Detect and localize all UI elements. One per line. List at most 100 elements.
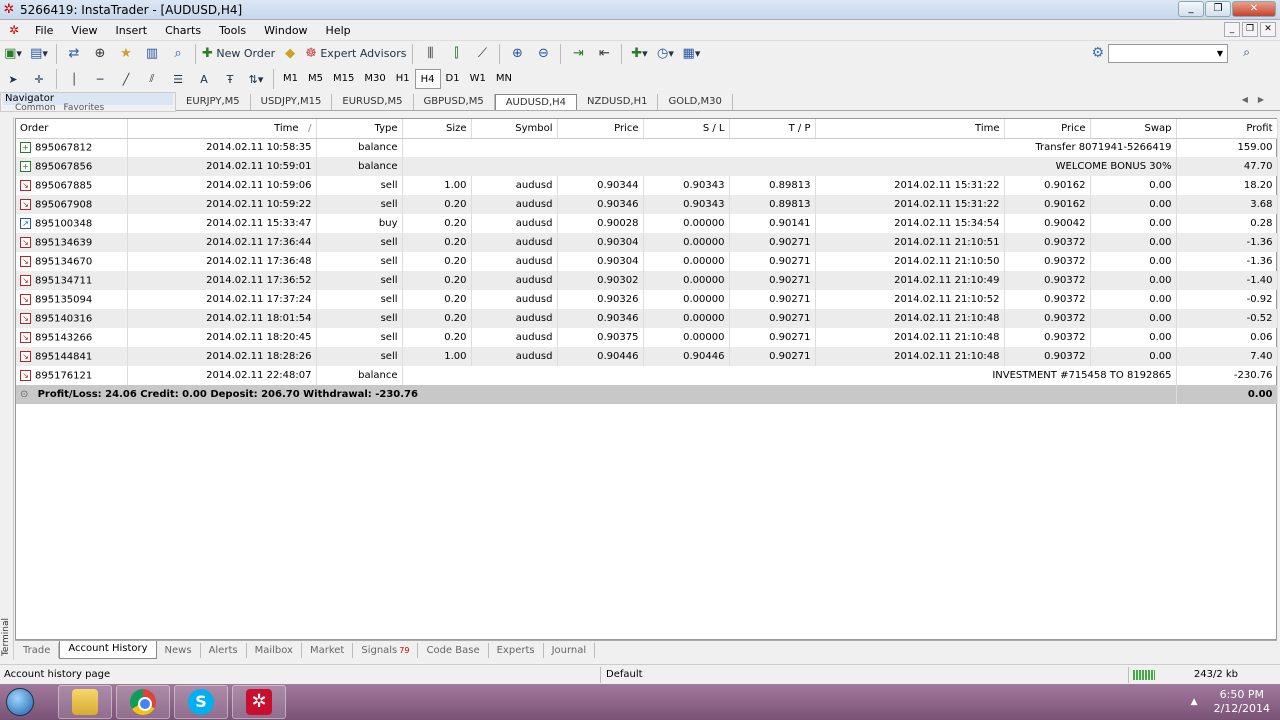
timeframe-d1[interactable]: D1 bbox=[441, 69, 465, 89]
column-header-close-time[interactable]: Time bbox=[815, 119, 1005, 139]
navigator-tab-common[interactable]: Common bbox=[15, 103, 56, 113]
zoom-out-button[interactable]: ⊖ bbox=[532, 44, 554, 64]
table-row[interactable]: ↗ 895100348 2014.02.11 15:33:47 buy 0.20 audu… bbox=[16, 214, 1278, 233]
indicators-button[interactable]: ✚ ▾ bbox=[628, 44, 650, 64]
timeframe-m15[interactable]: M15 bbox=[328, 69, 359, 89]
search-input[interactable]: ▼ bbox=[1108, 44, 1228, 63]
periods-button[interactable]: ◷ ▾ bbox=[654, 44, 676, 64]
text-button[interactable]: A bbox=[193, 69, 215, 89]
gear-icon[interactable]: ⚙ bbox=[1091, 45, 1104, 61]
timeframe-m5[interactable]: M5 bbox=[303, 69, 328, 89]
table-row[interactable]: ↘ 895134639 2014.02.11 17:36:44 sell 0.20 aud… bbox=[16, 233, 1278, 252]
chevron-down-icon[interactable]: ▼ bbox=[1213, 45, 1227, 62]
menu-insert[interactable]: Insert bbox=[107, 24, 157, 37]
column-header-sl[interactable]: S / L bbox=[643, 119, 730, 139]
expert-advisors-button[interactable]: ☸ Expert Advisors bbox=[305, 44, 406, 64]
table-row[interactable]: ↘ 895134711 2014.02.11 17:36:52 sell 0.20 aud… bbox=[16, 271, 1278, 290]
tab-scroll-arrows[interactable]: ◀▶ bbox=[1242, 95, 1274, 104]
data-window-button[interactable]: ⊕ bbox=[89, 44, 111, 64]
show-hidden-icons-icon[interactable]: ▲ bbox=[1191, 697, 1198, 707]
terminal-side-label[interactable]: Terminal bbox=[0, 117, 14, 660]
column-header-profit[interactable]: Profit bbox=[1176, 119, 1278, 139]
chart-minimize-button[interactable]: _ bbox=[1224, 22, 1240, 37]
templates-button[interactable]: ▦ ▾ bbox=[680, 44, 702, 64]
minimize-button[interactable]: _ bbox=[1178, 1, 1204, 17]
taskbar-chrome[interactable] bbox=[116, 685, 170, 719]
taskbar-instatrader[interactable]: ✲ bbox=[232, 685, 286, 719]
line-chart-button[interactable]: ⟋ bbox=[471, 44, 493, 64]
menu-file[interactable]: File bbox=[26, 24, 62, 37]
timeframe-mn[interactable]: MN bbox=[491, 69, 517, 89]
timeframe-m1[interactable]: M1 bbox=[278, 69, 303, 89]
table-row[interactable]: +895067856 2014.02.11 10:59:01 balance WELC… bbox=[16, 157, 1278, 176]
navigator-tab-favorites[interactable]: Favorites bbox=[64, 103, 105, 113]
table-row[interactable]: ↘ 895143266 2014.02.11 18:20:45 sell 0.20 aud… bbox=[16, 328, 1278, 347]
maximize-button[interactable]: ❐ bbox=[1205, 1, 1231, 17]
column-header-swap[interactable]: Swap bbox=[1090, 119, 1177, 139]
column-header-type[interactable]: Type bbox=[316, 119, 403, 139]
tab-account-history[interactable]: Account History bbox=[59, 641, 157, 659]
fibonacci-button[interactable]: ☰ bbox=[167, 69, 189, 89]
menu-charts[interactable]: Charts bbox=[156, 24, 210, 37]
crosshair-button[interactable]: ✛ bbox=[28, 69, 50, 89]
table-row[interactable]: ↘ 895135094 2014.02.11 17:37:24 sell 0.20 aud… bbox=[16, 290, 1278, 309]
tab-mailbox[interactable]: Mailbox bbox=[247, 642, 302, 658]
chart-tab-audusd[interactable]: AUDUSD,H4 bbox=[494, 93, 578, 110]
chart-tab-eurusd[interactable]: EURUSD,M5 bbox=[332, 93, 414, 110]
tab-code-base[interactable]: Code Base bbox=[418, 642, 489, 658]
timeframe-w1[interactable]: W1 bbox=[465, 69, 491, 89]
search-icon[interactable]: ⌕ bbox=[1243, 45, 1250, 60]
metaeditor-button[interactable]: ◆ bbox=[279, 44, 301, 64]
column-header-symbol[interactable]: Symbol bbox=[471, 119, 558, 139]
terminal-button[interactable]: ▥ bbox=[141, 44, 163, 64]
taskbar-explorer[interactable] bbox=[58, 685, 112, 719]
table-row[interactable]: ↘ 895144841 2014.02.11 18:28:26 sell 1.00 aud… bbox=[16, 347, 1278, 366]
tab-signals[interactable]: Signals 79 bbox=[353, 642, 419, 658]
chart-tab-usdjpy[interactable]: USDJPY,M15 bbox=[251, 93, 333, 110]
menu-help[interactable]: Help bbox=[317, 24, 360, 37]
bar-chart-button[interactable]: ⫼ bbox=[419, 44, 441, 64]
tab-news[interactable]: News bbox=[157, 642, 201, 658]
auto-scroll-button[interactable]: ⇥ bbox=[567, 44, 589, 64]
market-watch-button[interactable]: ⇄ bbox=[63, 44, 85, 64]
new-order-button[interactable]: ✚ New Order bbox=[202, 44, 275, 64]
clock[interactable]: 6:50 PM 2/12/2014 bbox=[1214, 688, 1270, 716]
column-header-order[interactable]: Order bbox=[16, 119, 128, 139]
chart-restore-button[interactable]: ❐ bbox=[1242, 22, 1258, 37]
column-header-size[interactable]: Size bbox=[402, 119, 472, 139]
column-header-price[interactable]: Price bbox=[557, 119, 644, 139]
tab-alerts[interactable]: Alerts bbox=[201, 642, 247, 658]
chart-tab-eurjpy[interactable]: EURJPY,M5 bbox=[176, 93, 251, 110]
chart-tab-gbpusd[interactable]: GBPUSD,M5 bbox=[414, 93, 495, 110]
strategy-tester-button[interactable]: ⌕ bbox=[167, 44, 189, 64]
menu-view[interactable]: View bbox=[62, 24, 106, 37]
menu-window[interactable]: Window bbox=[255, 24, 316, 37]
tab-experts[interactable]: Experts bbox=[489, 642, 544, 658]
close-button[interactable]: ✕ bbox=[1232, 1, 1276, 17]
trendline-button[interactable]: ╱ bbox=[115, 69, 137, 89]
timeframe-m30[interactable]: M30 bbox=[359, 69, 390, 89]
column-header-close-price[interactable]: Price bbox=[1004, 119, 1091, 139]
timeframe-h1[interactable]: H1 bbox=[391, 69, 415, 89]
table-row[interactable]: ↘ 895067908 2014.02.11 10:59:22 sell 0.20 aud… bbox=[16, 195, 1278, 214]
new-chart-button[interactable]: ▣ ▾ bbox=[2, 44, 24, 64]
cursor-button[interactable]: ➤ bbox=[2, 69, 24, 89]
horizontal-line-button[interactable]: ─ bbox=[89, 69, 111, 89]
chart-close-button[interactable]: ✕ bbox=[1260, 22, 1276, 37]
zoom-in-button[interactable]: ⊕ bbox=[506, 44, 528, 64]
taskbar-skype[interactable]: S bbox=[174, 685, 228, 719]
chart-tab-gold[interactable]: GOLD,M30 bbox=[658, 93, 733, 110]
navigator-button[interactable]: ★ bbox=[115, 44, 137, 64]
table-row[interactable]: ↘ 895067885 2014.02.11 10:59:06 sell 1.00 aud… bbox=[16, 176, 1278, 195]
text-label-button[interactable]: Ŧ bbox=[219, 69, 241, 89]
column-header-open-time[interactable]: Time / bbox=[127, 119, 317, 139]
table-row[interactable]: ↘ 895176121 2014.02.11 22:48:07 balance INVE… bbox=[16, 366, 1278, 385]
menu-tools[interactable]: Tools bbox=[210, 24, 255, 37]
chart-window-icon[interactable]: ✲ bbox=[6, 23, 22, 37]
table-row[interactable]: ↘ 895134670 2014.02.11 17:36:48 sell 0.20 aud… bbox=[16, 252, 1278, 271]
timeframe-h4[interactable]: H4 bbox=[414, 69, 441, 89]
vertical-line-button[interactable]: │ bbox=[63, 69, 85, 89]
column-header-tp[interactable]: T / P bbox=[729, 119, 816, 139]
chart-tab-nzdusd[interactable]: NZDUSD,H1 bbox=[577, 93, 659, 110]
arrows-button[interactable]: ⇅▾ bbox=[245, 69, 267, 89]
